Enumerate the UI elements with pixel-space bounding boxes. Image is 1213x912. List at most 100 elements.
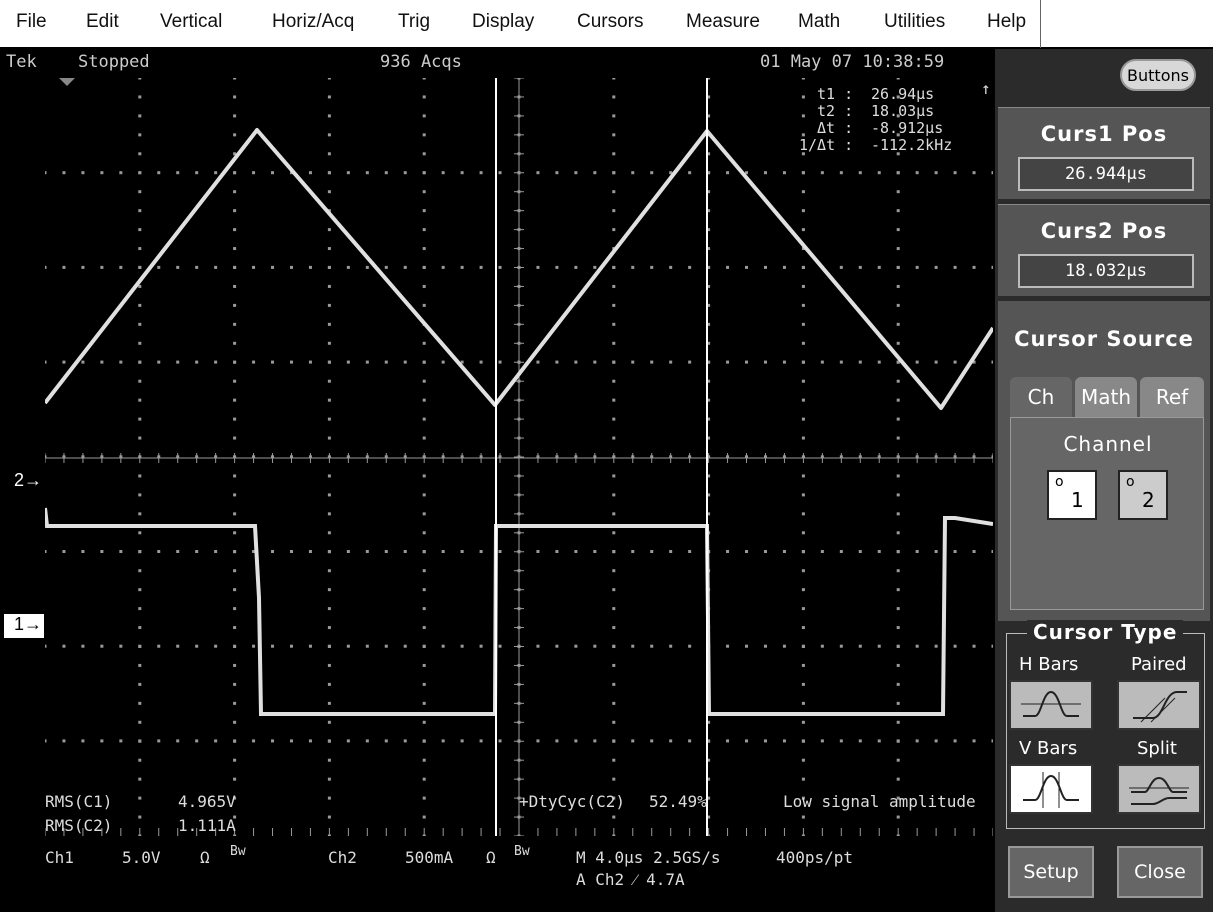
grid-dot (138, 133, 142, 137)
grid-dot (422, 228, 426, 232)
close-button[interactable]: Close (1117, 846, 1203, 898)
grid-dot (688, 550, 692, 553)
grid-dot (631, 644, 635, 648)
grid-dot (612, 644, 616, 648)
menu-measure[interactable]: Measure (686, 11, 760, 33)
grid-dot (441, 550, 445, 553)
hbars-button[interactable] (1009, 680, 1093, 730)
grid-dot (896, 493, 900, 497)
ch1-label[interactable]: Ch1 (45, 848, 74, 867)
grid-dot (858, 265, 862, 269)
menu-utilities[interactable]: Utilities (884, 11, 945, 33)
menu-edit[interactable]: Edit (86, 11, 119, 33)
scroll-up-icon[interactable]: ↑ (981, 80, 991, 97)
grid-dot (631, 550, 635, 553)
menu-file[interactable]: File (16, 11, 47, 33)
grid-dot (650, 550, 654, 553)
grid-dot (233, 758, 237, 762)
grid-dot (327, 493, 331, 497)
channel-1-button[interactable]: o 1 (1047, 470, 1097, 520)
grid-dot (119, 550, 123, 553)
duty-cycle-label: +DtyCyc(C2) (519, 792, 625, 811)
grid-dot (308, 739, 312, 743)
curs1-pos-control[interactable]: Curs1 Pos 26.944µs (998, 107, 1210, 199)
grid-dot (384, 739, 388, 743)
grid-dot (214, 171, 218, 175)
channel-2-button[interactable]: o 2 (1118, 470, 1168, 520)
grid-dot (138, 322, 142, 326)
grid-dot (612, 114, 616, 118)
grid-dot (612, 265, 616, 269)
grid-dot (801, 114, 805, 118)
grid-dot (801, 607, 805, 611)
menu-help[interactable]: Help (987, 11, 1026, 33)
grid-dot (763, 739, 767, 743)
ch2-label[interactable]: Ch2 (328, 848, 357, 867)
grid-dot (972, 171, 976, 175)
grid-dot (460, 644, 464, 648)
grid-dot (745, 739, 749, 743)
menu-display[interactable]: Display (472, 11, 534, 33)
grid-dot (346, 644, 350, 648)
grid-dot (896, 626, 900, 630)
split-button[interactable] (1117, 764, 1201, 814)
menu-cursors[interactable]: Cursors (577, 11, 644, 33)
grid-dot (308, 171, 312, 175)
menu-math[interactable]: Math (798, 11, 840, 33)
grid-dot (915, 360, 919, 364)
grid-dot (726, 739, 730, 743)
grid-dot (138, 95, 142, 99)
paired-button[interactable] (1117, 680, 1201, 730)
grid-dot (327, 322, 331, 326)
ch2-ground-marker[interactable]: 2→ (14, 470, 42, 491)
grid-dot (877, 550, 881, 553)
buttons-toggle-button[interactable]: Buttons (1120, 59, 1196, 91)
tab-math[interactable]: Math (1075, 377, 1137, 419)
channel-tab-body: Channel o 1 o 2 (1010, 417, 1204, 610)
curs1-pos-field[interactable]: 26.944µs (1018, 157, 1194, 191)
status-bar: Tek Stopped 936 Acqs 01 May 07 10:38:59 (0, 49, 992, 77)
menu-vertical[interactable]: Vertical (160, 11, 222, 33)
tab-ref[interactable]: Ref (1140, 377, 1204, 419)
grid-dot (422, 512, 426, 516)
grid-dot (327, 701, 331, 705)
grid-dot (384, 550, 388, 553)
tab-ch[interactable]: Ch (1010, 377, 1072, 419)
vbars-button[interactable] (1009, 764, 1093, 814)
acq-count: 936 Acqs (380, 52, 462, 72)
grid-dot (896, 550, 900, 553)
grid-dot (119, 739, 123, 743)
grid-dot (233, 644, 237, 648)
timebase[interactable]: M 4.0µs 2.5GS/s (576, 848, 721, 867)
curs2-pos-field[interactable]: 18.032µs (1018, 254, 1194, 288)
grid-dot (195, 360, 199, 364)
grid-dot (327, 114, 331, 118)
grid-dot (896, 512, 900, 516)
grid-dot (801, 493, 805, 497)
grid-dot (327, 398, 331, 402)
grid-dot (479, 550, 483, 553)
waveform-display[interactable]: t1 : 26.94µs t2 : 18.03µs Δt : -8.912µs … (45, 78, 993, 836)
grid-dot (176, 171, 180, 175)
grid-dot (801, 228, 805, 232)
grid-dot (574, 360, 578, 364)
menu-horiz-acq[interactable]: Horiz/Acq (272, 11, 354, 33)
grid-dot (877, 265, 881, 269)
menu-trig[interactable]: Trig (398, 11, 430, 33)
setup-button[interactable]: Setup (1008, 846, 1094, 898)
trigger-position-marker (59, 78, 75, 86)
grid-dot (327, 626, 331, 630)
grid-dot (555, 644, 559, 648)
grid-dot (327, 663, 331, 667)
grid-dot (612, 171, 616, 175)
grid-dot (612, 512, 616, 516)
grid-dot (763, 171, 767, 175)
grid-dot (669, 550, 673, 553)
grid-dot (726, 360, 730, 364)
curs2-pos-control[interactable]: Curs2 Pos 18.032µs (998, 204, 1210, 296)
trigger-info[interactable]: A Ch2 ⁄ 4.7A (576, 870, 685, 890)
ch1-ground-marker[interactable]: 1→ (4, 614, 44, 638)
grid-dot (650, 739, 654, 743)
grid-dot (233, 417, 237, 421)
grid-dot (138, 796, 142, 800)
